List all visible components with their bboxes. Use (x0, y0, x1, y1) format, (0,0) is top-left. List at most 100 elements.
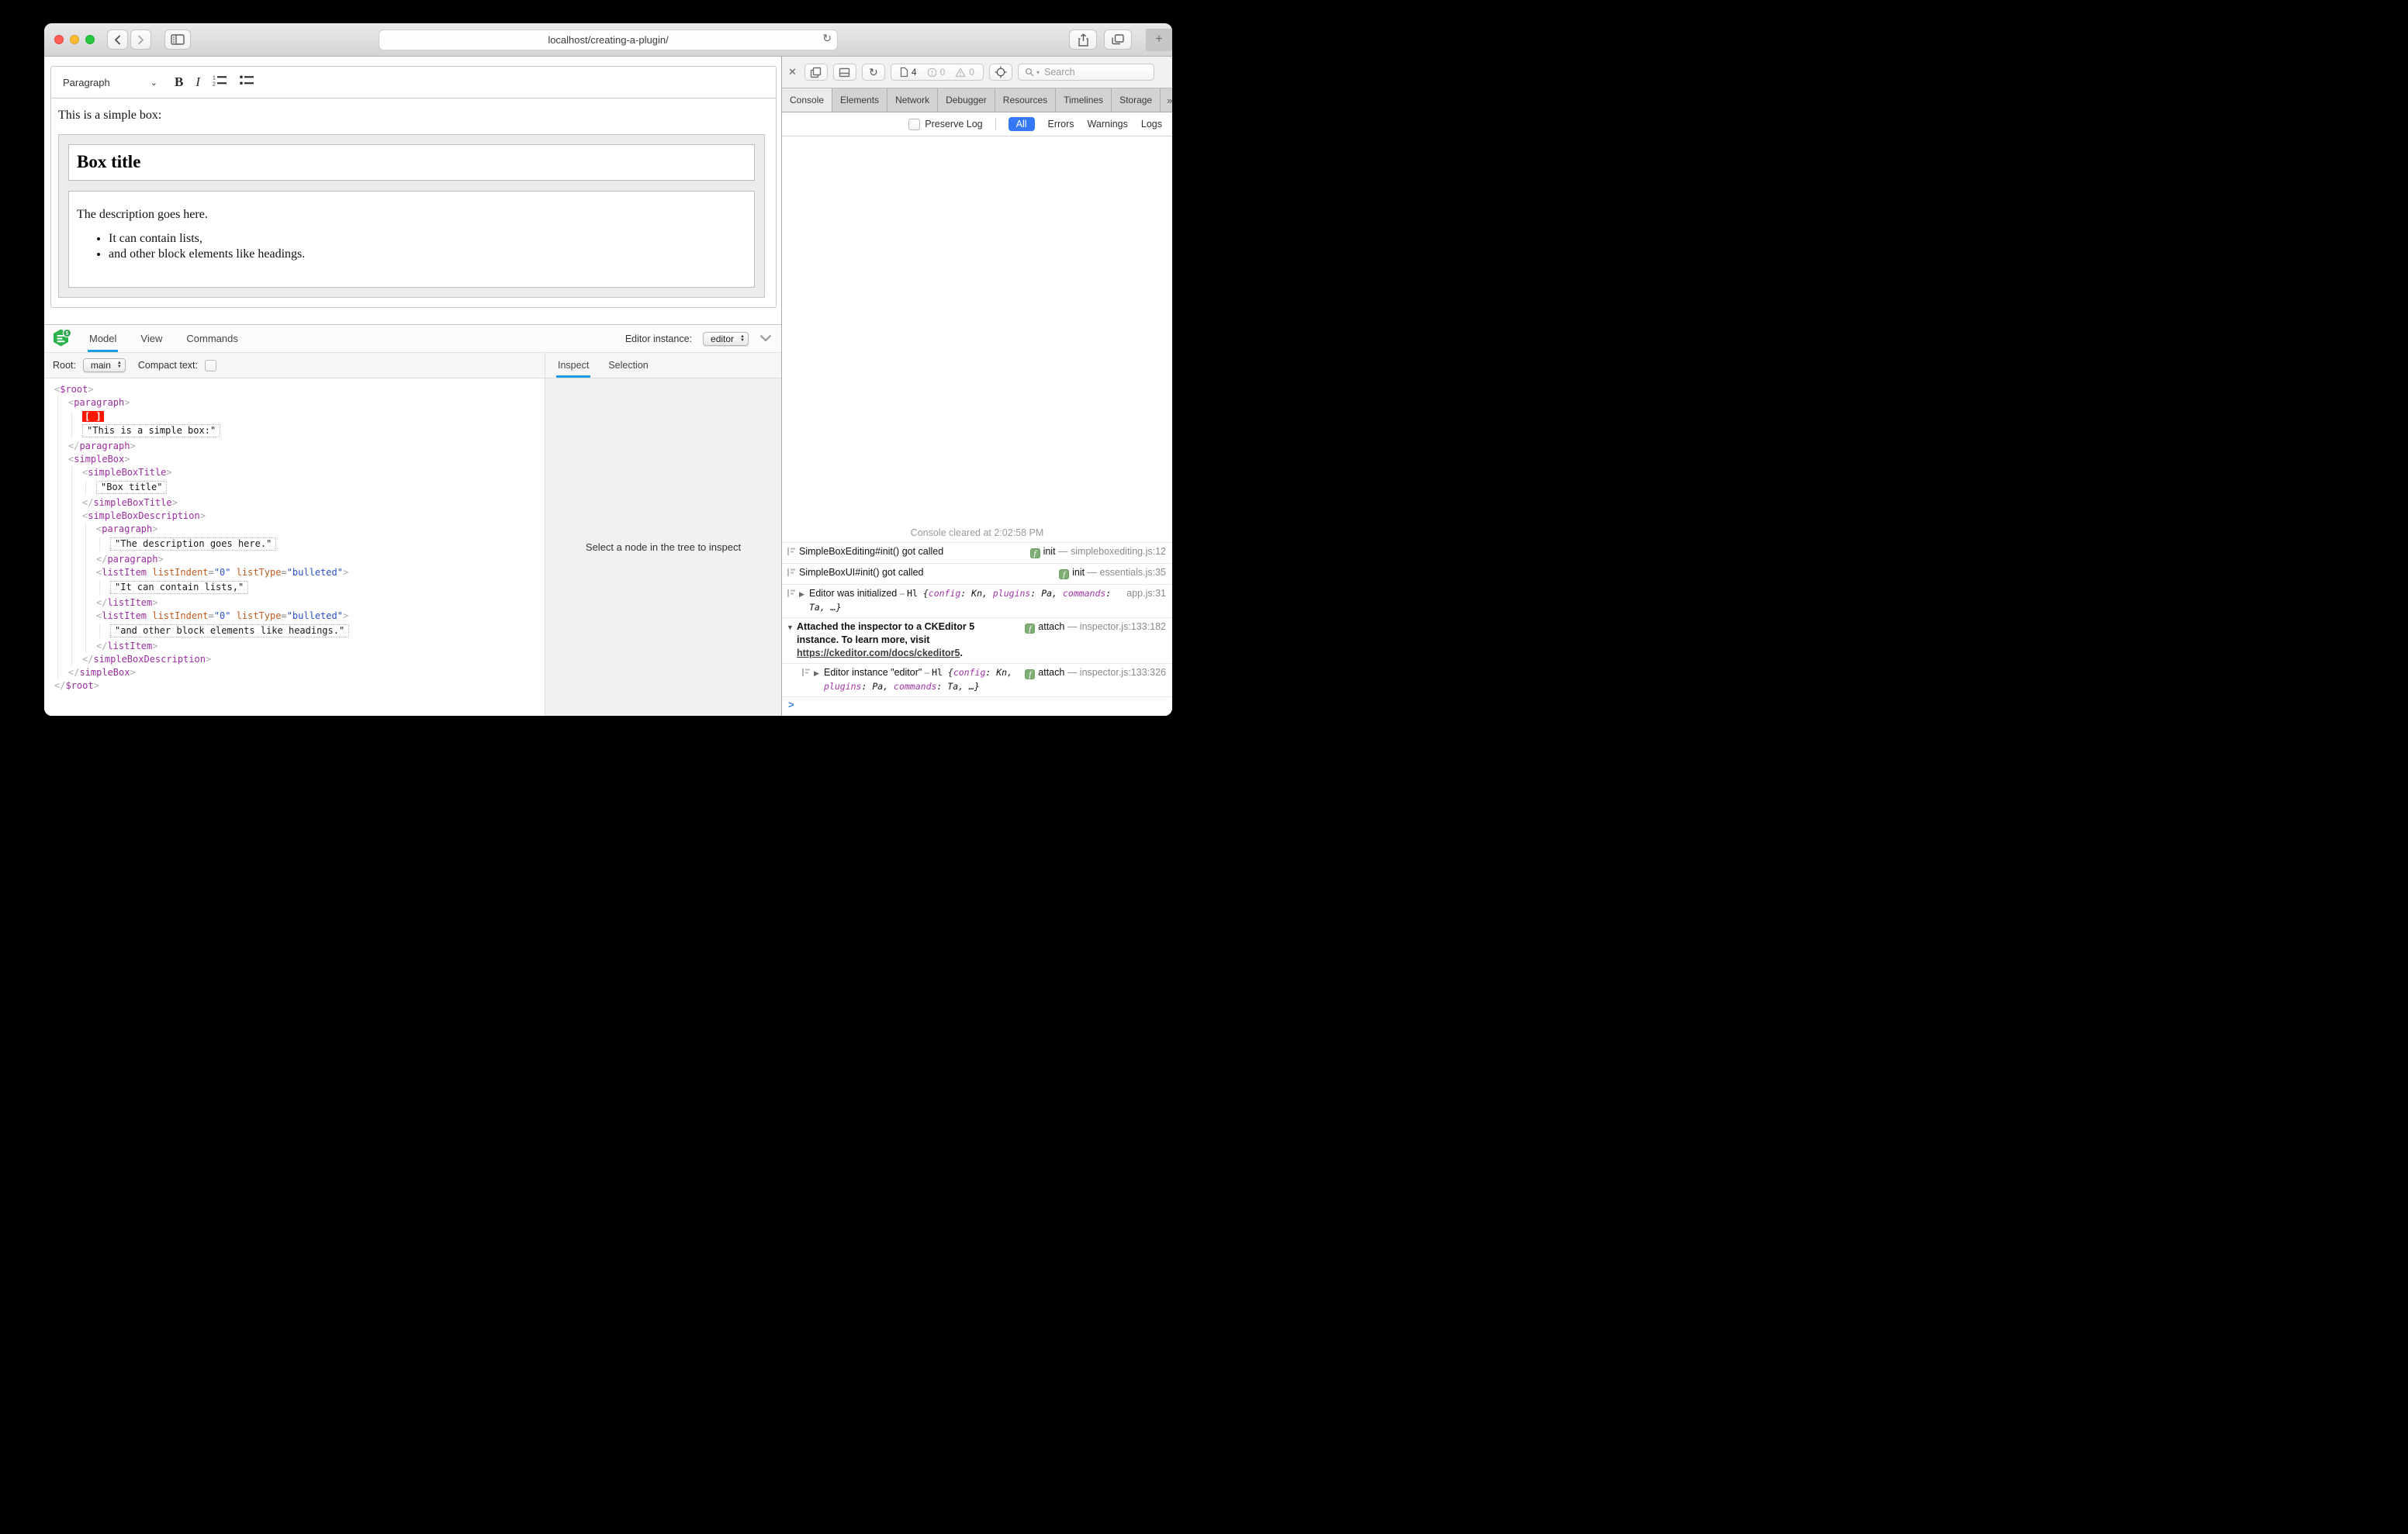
model-text-node[interactable]: "It can contain lists," (110, 581, 545, 595)
simple-box-widget[interactable]: Box title The description goes here. It … (58, 134, 765, 298)
list-item[interactable]: It can contain lists, (109, 232, 746, 246)
detach-button[interactable] (804, 64, 828, 81)
editor-instance-select[interactable]: editor ▲ ▼ (703, 331, 749, 346)
model-closing-tag[interactable]: </simpleBoxDescription> (82, 653, 545, 666)
model-opening-tag[interactable]: <paragraph> (68, 396, 545, 409)
model-text-node[interactable]: "This is a simple box:" (82, 424, 545, 438)
dock-bottom-button[interactable] (832, 64, 856, 81)
intro-paragraph[interactable]: This is a simple box: (58, 98, 765, 123)
issues-summary-button[interactable]: 4 0 0 (890, 64, 984, 81)
zoom-window-button[interactable] (85, 35, 95, 44)
console-filter-all[interactable]: All (1008, 117, 1035, 131)
preserve-log-checkbox[interactable] (908, 118, 921, 130)
inspect-pane-tabs: Inspect Selection (545, 353, 781, 378)
bulleted-list-button[interactable] (240, 74, 254, 90)
list-item[interactable]: and other block elements like headings. (109, 247, 746, 261)
model-opening-tag[interactable]: <simpleBox> (68, 453, 545, 466)
devtools-tab-timelines[interactable]: Timelines (1056, 88, 1112, 112)
model-opening-tag[interactable]: <$root> (54, 383, 545, 396)
devtools-tab-debugger[interactable]: Debugger (938, 88, 995, 112)
inspect-pane: Select a node in the tree to inspect (545, 378, 781, 716)
model-closing-tag[interactable]: </$root> (54, 679, 545, 693)
model-opening-tag[interactable]: <paragraph> (96, 523, 545, 536)
console-message: SimpleBoxEditing#init() got called f init … (782, 542, 1172, 563)
disclosure-closed-icon[interactable]: ▶ (814, 666, 824, 680)
log-message-icon (801, 666, 814, 681)
model-text-node[interactable]: "The description goes here." (110, 537, 545, 551)
inspector-tab-model[interactable]: Model (88, 325, 119, 352)
console-filter-errors[interactable]: Errors (1048, 119, 1074, 130)
model-closing-tag[interactable]: </paragraph> (68, 440, 545, 453)
console-filter-logs[interactable]: Logs (1141, 119, 1162, 130)
numbered-list-button[interactable]: 1 2 (213, 74, 227, 90)
log-message-icon (787, 587, 799, 602)
italic-button[interactable]: I (195, 74, 200, 90)
heading-dropdown[interactable]: Paragraph ⌄ (63, 77, 157, 88)
console-message-location[interactable]: f init — essentials.js:35 (1059, 566, 1166, 579)
forward-button[interactable] (130, 29, 151, 50)
simple-box-description[interactable]: The description goes here. It can contai… (68, 191, 755, 288)
bold-button[interactable]: B (175, 74, 183, 90)
root-select[interactable]: main ▲ ▼ (82, 358, 126, 372)
inspector-controls: Root: main ▲ ▼ Compact text: Inspect Selec… (44, 353, 781, 378)
pane-tab-selection[interactable]: Selection (607, 353, 649, 378)
devtools-search-field[interactable]: ▾ Search (1017, 64, 1154, 81)
log-message-icon (787, 548, 795, 555)
disclosure-closed-icon[interactable]: ▶ (799, 587, 809, 601)
devtools-tab-console[interactable]: Console (782, 88, 833, 112)
editor-content[interactable]: This is a simple box: Box title The desc… (51, 98, 776, 307)
share-button[interactable] (1069, 29, 1097, 50)
simple-box-title[interactable]: Box title (68, 144, 755, 181)
minimize-window-button[interactable] (70, 35, 79, 44)
reload-icon[interactable]: ↻ (822, 32, 832, 45)
tab-overview-icon (1112, 34, 1124, 45)
back-button[interactable] (107, 29, 128, 50)
model-closing-tag[interactable]: </listItem> (96, 596, 545, 610)
log-message-icon (787, 566, 799, 581)
model-closing-tag[interactable]: </simpleBoxTitle> (82, 496, 545, 510)
box-title-text[interactable]: Box title (77, 152, 140, 171)
console-prompt[interactable]: > (782, 696, 1172, 716)
web-inspector: ✕ ↻ 4 0 0 ▾ Search Console Elements Netw… (782, 57, 1172, 716)
model-opening-tag[interactable]: <simpleBoxTitle> (82, 466, 545, 479)
model-closing-tag[interactable]: </simpleBox> (68, 666, 545, 679)
more-tabs-button[interactable]: » (1161, 88, 1172, 112)
address-bar[interactable]: localhost/creating-a-plugin/ ↻ (379, 29, 838, 50)
console-message-location[interactable]: app.js:31 (1126, 587, 1166, 600)
console-prompt-icon: > (788, 699, 794, 710)
console-filter-warnings[interactable]: Warnings (1088, 119, 1128, 130)
model-closing-tag[interactable]: </paragraph> (96, 553, 545, 566)
pane-tab-inspect[interactable]: Inspect (556, 353, 591, 378)
console-message-location[interactable]: f init — simpleboxediting.js:12 (1029, 545, 1166, 558)
console-message-link[interactable]: https://ckeditor.com/docs/ckeditor5 (797, 648, 960, 658)
reload-page-button[interactable]: ↻ (861, 64, 885, 81)
devtools-tab-elements[interactable]: Elements (832, 88, 888, 112)
model-text-node[interactable]: "Box title" (96, 481, 545, 495)
sidebar-button[interactable] (164, 29, 191, 50)
dock-bottom-icon (839, 67, 850, 77)
model-opening-tag[interactable]: <simpleBoxDescription> (82, 510, 545, 523)
devtools-tab-network[interactable]: Network (887, 88, 939, 112)
new-tab-button[interactable]: + (1146, 28, 1172, 51)
compact-text-checkbox[interactable] (204, 359, 216, 371)
safari-window: localhost/creating-a-plugin/ ↻ + Paragra… (44, 23, 1172, 716)
element-picker-button[interactable] (988, 64, 1012, 81)
inspector-tab-view[interactable]: View (139, 325, 164, 352)
model-opening-tag[interactable]: <listItem listIndent="0" listType="bulle… (96, 566, 545, 579)
model-closing-tag[interactable]: </listItem> (96, 640, 545, 653)
inspector-tab-commands[interactable]: Commands (185, 325, 239, 352)
inspector-collapse-button[interactable] (759, 332, 772, 346)
devtools-tab-storage[interactable]: Storage (1112, 88, 1161, 112)
model-text-node[interactable]: "and other block elements like headings.… (110, 624, 545, 638)
model-opening-tag[interactable]: <listItem listIndent="0" listType="bulle… (96, 610, 545, 623)
svg-text:2: 2 (213, 82, 216, 87)
description-text[interactable]: The description goes here. (77, 208, 746, 222)
close-devtools-button[interactable]: ✕ (788, 66, 797, 78)
devtools-tab-resources[interactable]: Resources (995, 88, 1057, 112)
model-selection-marker[interactable]: [ ] (82, 411, 545, 423)
close-window-button[interactable] (54, 35, 64, 44)
tab-overview-button[interactable] (1104, 29, 1132, 50)
disclosure-open-icon[interactable]: ▼ (787, 620, 797, 634)
console-message-location[interactable]: f attach — inspector.js:133:326 (1025, 666, 1166, 679)
console-message-location[interactable]: f attach — inspector.js:133:182 (1025, 620, 1166, 634)
